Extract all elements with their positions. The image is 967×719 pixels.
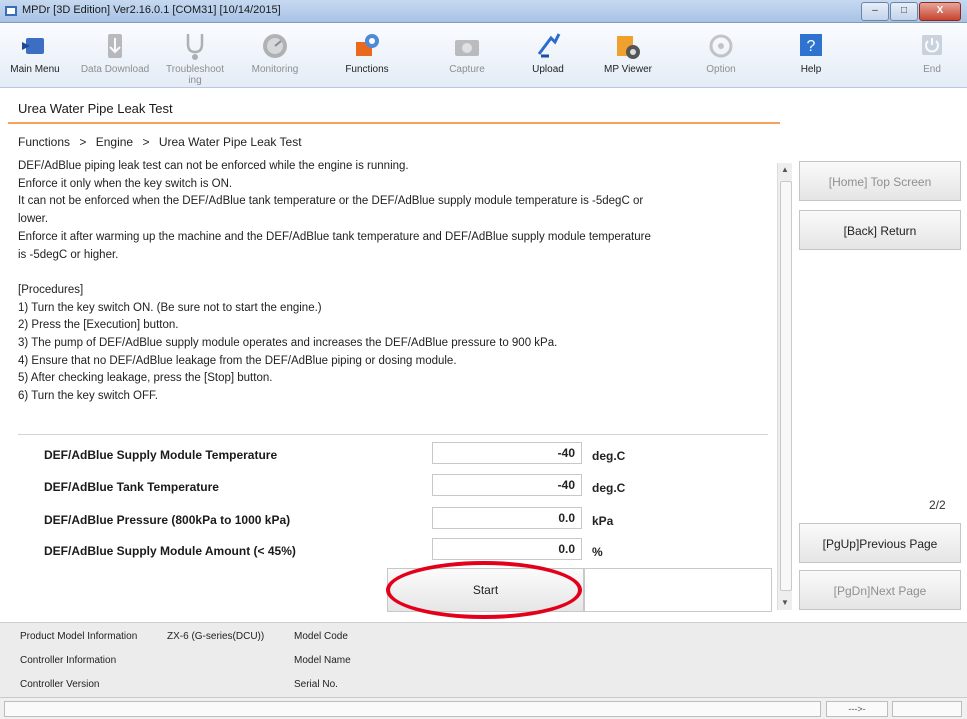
breadcrumb-separator: >	[142, 135, 150, 149]
procedures-heading: [Procedures]	[18, 283, 84, 296]
toolbar-option[interactable]: Option	[686, 25, 756, 85]
instruction-line: Enforce it only when the key switch is O…	[18, 177, 233, 190]
window-controls: – □ X	[861, 2, 961, 21]
model-code-label: Model Code	[294, 631, 348, 642]
procedure-step: 5) After checking leakage, press the [St…	[18, 372, 273, 385]
page-header: Urea Water Pipe Leak Test	[8, 95, 780, 124]
instruction-line: DEF/AdBlue piping leak test can not be e…	[18, 160, 409, 172]
status-segment-main	[4, 701, 821, 717]
scroll-down-arrow-icon[interactable]: ▼	[778, 596, 792, 610]
reading-value: 0.0	[432, 507, 582, 529]
page-title: Urea Water Pipe Leak Test	[18, 101, 173, 116]
reading-unit: deg.C	[592, 449, 626, 463]
instruction-blank-line	[18, 264, 768, 282]
controller-version-label: Controller Version	[20, 679, 100, 690]
stethoscope-icon	[186, 34, 204, 60]
status-indicator: --->-	[826, 701, 888, 717]
back-return-button[interactable]: [Back] Return	[799, 210, 961, 250]
upload-icon	[537, 33, 561, 58]
reading-row-supply-module-temperature: DEF/AdBlue Supply Module Temperature -40…	[44, 442, 764, 468]
power-icon	[922, 35, 942, 55]
home-top-screen-button[interactable]: [Home] Top Screen	[799, 161, 961, 201]
previous-page-button[interactable]: [PgUp]Previous Page	[799, 523, 961, 563]
capture-icon	[455, 40, 479, 56]
window-titlebar: MPDr [3D Edition] Ver2.16.0.1 [COM31] [1…	[0, 0, 967, 23]
content-scrollbar[interactable]: ▲ ▼	[777, 163, 792, 610]
procedure-step: 3) The pump of DEF/AdBlue supply module …	[18, 337, 558, 350]
toolbar-main-menu[interactable]: Main Menu	[0, 25, 70, 85]
close-button[interactable]: X	[919, 2, 961, 21]
reading-row-pressure: DEF/AdBlue Pressure (800kPa to 1000 kPa)…	[44, 507, 764, 533]
maximize-button[interactable]: □	[890, 2, 918, 21]
reading-row-tank-temperature: DEF/AdBlue Tank Temperature -40 deg.C	[44, 474, 764, 500]
stop-button-area	[584, 568, 772, 612]
controller-information-label: Controller Information	[20, 655, 117, 666]
procedure-step: 1) Turn the key switch ON. (Be sure not …	[18, 301, 322, 314]
toolbar-end[interactable]: End	[897, 25, 967, 85]
product-model-label: Product Model Information	[20, 631, 138, 642]
instructions-text: DEF/AdBlue piping leak test can not be e…	[18, 158, 768, 406]
reading-value: -40	[432, 442, 582, 464]
procedure-step: 2) Press the [Execution] button.	[18, 319, 179, 332]
toolbar-functions[interactable]: Functions	[332, 25, 402, 85]
breadcrumb-current: Urea Water Pipe Leak Test	[158, 135, 302, 149]
scroll-up-arrow-icon[interactable]: ▲	[778, 163, 792, 177]
app-icon	[5, 6, 17, 16]
instruction-line: lower.	[18, 213, 49, 226]
toolbar-troubleshooting[interactable]: Troubleshoot ing	[160, 25, 230, 86]
toolbar-help[interactable]: ? Help	[776, 25, 846, 85]
functions-icon	[356, 34, 379, 56]
next-page-button[interactable]: [PgDn]Next Page	[799, 570, 961, 610]
model-name-label: Model Name	[294, 655, 351, 666]
mp-viewer-icon	[617, 36, 640, 59]
main-toolbar: Main Menu Data Download Troubleshoot ing…	[0, 23, 967, 88]
breadcrumb-engine[interactable]: Engine	[96, 135, 133, 149]
reading-value: 0.0	[432, 538, 582, 560]
breadcrumb-functions[interactable]: Functions	[18, 135, 70, 149]
help-icon: ?	[800, 34, 822, 56]
reading-label: DEF/AdBlue Supply Module Temperature	[44, 448, 278, 462]
toolbar-data-download[interactable]: Data Download	[80, 25, 150, 85]
status-bar: --->-	[0, 697, 967, 719]
monitoring-gauge-icon	[263, 34, 287, 58]
reading-label: DEF/AdBlue Tank Temperature	[44, 480, 219, 494]
product-model-value: ZX-6 (G-series(DCU))	[167, 631, 265, 642]
start-button[interactable]: Start	[387, 568, 584, 612]
serial-number-label: Serial No.	[294, 679, 338, 690]
toolbar-monitoring[interactable]: Monitoring	[240, 25, 310, 85]
page-indicator: 2/2	[929, 498, 946, 512]
procedure-step: 6) Turn the key switch OFF.	[18, 390, 158, 403]
reading-label: DEF/AdBlue Pressure (800kPa to 1000 kPa)	[44, 513, 291, 527]
data-download-icon	[108, 34, 122, 58]
instruction-line: is -5degC or higher.	[18, 248, 119, 261]
section-divider	[18, 434, 768, 435]
instruction-line: Enforce it after warming up the machine …	[18, 230, 651, 243]
status-segment-right	[892, 701, 962, 717]
toolbar-mp-viewer[interactable]: MP Viewer	[593, 25, 663, 85]
scrollbar-thumb[interactable]	[780, 181, 792, 591]
reading-unit: kPa	[592, 514, 614, 528]
breadcrumb-separator: >	[79, 135, 87, 149]
main-menu-icon	[22, 38, 44, 54]
breadcrumb: Functions > Engine > Urea Water Pipe Lea…	[18, 135, 308, 149]
reading-row-supply-module-amount: DEF/AdBlue Supply Module Amount (< 45%) …	[44, 538, 764, 564]
toolbar-capture[interactable]: Capture	[432, 25, 502, 85]
reading-value: -40	[432, 474, 582, 496]
reading-unit: deg.C	[592, 481, 626, 495]
window-title: MPDr [3D Edition] Ver2.16.0.1 [COM31] [1…	[22, 4, 281, 16]
reading-unit: %	[592, 545, 603, 559]
instruction-line: It can not be enforced when the DEF/AdBl…	[18, 195, 644, 208]
procedure-step: 4) Ensure that no DEF/AdBlue leakage fro…	[18, 354, 457, 367]
product-info-panel: Product Model Information ZX-6 (G-series…	[0, 622, 967, 698]
option-icon	[709, 34, 733, 58]
svg-text:?: ?	[807, 38, 816, 55]
toolbar-upload[interactable]: Upload	[513, 25, 583, 85]
reading-label: DEF/AdBlue Supply Module Amount (< 45%)	[44, 544, 296, 558]
minimize-button[interactable]: –	[861, 2, 889, 21]
